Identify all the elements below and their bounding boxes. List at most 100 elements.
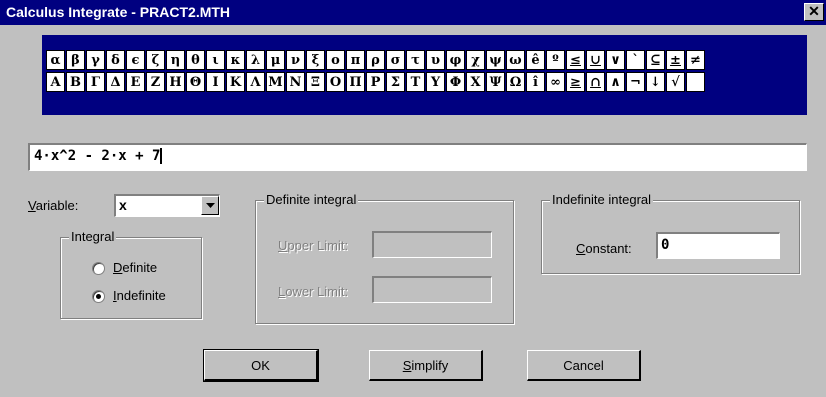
symbol-button[interactable]: ο xyxy=(326,50,345,70)
symbol-button[interactable]: ϵ xyxy=(126,50,145,70)
symbol-button[interactable]: ≥ xyxy=(566,72,585,92)
symbol-button[interactable]: ≤ xyxy=(566,50,585,70)
constant-input[interactable]: 0 xyxy=(656,232,780,259)
symbol-button[interactable]: Κ xyxy=(226,72,245,92)
symbol-button[interactable]: º xyxy=(546,50,565,70)
radio-indefinite-label[interactable]: Indefinite xyxy=(113,288,166,303)
symbol-button[interactable]: Γ xyxy=(86,72,105,92)
radio-definite[interactable] xyxy=(92,262,105,275)
symbol-button[interactable]: Ι xyxy=(206,72,225,92)
symbol-button[interactable]: Τ xyxy=(406,72,425,92)
radio-definite-label[interactable]: Definite xyxy=(113,260,157,275)
symbol-button[interactable]: λ xyxy=(246,50,265,70)
symbol-button[interactable]: γ xyxy=(86,50,105,70)
constant-value: 0 xyxy=(661,237,670,253)
symbol-button[interactable]: Ρ xyxy=(366,72,385,92)
symbol-button[interactable]: ω xyxy=(506,50,525,70)
symbol-button[interactable]: Σ xyxy=(386,72,405,92)
symbol-button[interactable]: ≠ xyxy=(686,50,705,70)
indefinite-integral-group: Indefinite integral Constant: 0 xyxy=(541,192,800,274)
symbol-button[interactable]: υ xyxy=(426,50,445,70)
symbol-row-lowercase: α β γ δ ϵ ζ η θ ι κ λ μ ν ξ ο π ρ σ τ υ φ χ ψ ω ê º ≤ ∪ ∨ ` ⊆ ± ≠ xyxy=(46,50,705,70)
symbol-button[interactable]: ¬ xyxy=(626,72,645,92)
symbol-button[interactable]: î xyxy=(526,72,545,92)
expression-input[interactable]: 4·x^2 - 2·x + 7 xyxy=(28,143,807,171)
symbol-button[interactable]: ∪ xyxy=(586,50,605,70)
symbol-button[interactable]: Ο xyxy=(326,72,345,92)
symbol-button[interactable]: δ xyxy=(106,50,125,70)
symbol-button[interactable]: Β xyxy=(66,72,85,92)
symbol-button[interactable]: φ xyxy=(446,50,465,70)
symbol-button[interactable]: ∧ xyxy=(606,72,625,92)
symbol-button[interactable]: √ xyxy=(666,72,685,92)
symbol-button[interactable]: Ψ xyxy=(486,72,505,92)
symbol-button[interactable]: τ xyxy=(406,50,425,70)
symbol-button[interactable]: ∩ xyxy=(586,72,605,92)
variable-select[interactable]: x xyxy=(114,194,220,217)
symbol-button[interactable]: σ xyxy=(386,50,405,70)
text-caret xyxy=(160,148,163,164)
symbol-button[interactable]: Χ xyxy=(466,72,485,92)
chevron-down-icon xyxy=(205,202,215,208)
symbol-button[interactable]: θ xyxy=(186,50,205,70)
symbol-button[interactable]: Θ xyxy=(186,72,205,92)
symbol-button[interactable]: Ζ xyxy=(146,72,165,92)
symbol-button[interactable]: α xyxy=(46,50,65,70)
symbol-button[interactable]: ζ xyxy=(146,50,165,70)
definite-integral-group: Definite integral Upper Limit: Lower Lim… xyxy=(255,192,514,324)
constant-label: Constant: xyxy=(576,241,632,256)
symbol-button[interactable]: ↓ xyxy=(646,72,665,92)
upper-limit-input[interactable] xyxy=(372,231,492,258)
integral-group: Integral Definite Indefinite xyxy=(60,229,202,319)
symbol-button[interactable]: Φ xyxy=(446,72,465,92)
simplify-button[interactable]: Simplify xyxy=(369,350,483,381)
symbol-button[interactable]: χ xyxy=(466,50,485,70)
symbol-button[interactable]: Π xyxy=(346,72,365,92)
symbol-button[interactable]: ρ xyxy=(366,50,385,70)
symbol-button[interactable]: Α xyxy=(46,72,65,92)
symbol-button[interactable]: ξ xyxy=(306,50,325,70)
symbol-button[interactable]: β xyxy=(66,50,85,70)
ok-button[interactable]: OK xyxy=(203,349,319,382)
symbol-button[interactable]: μ xyxy=(266,50,285,70)
symbol-button[interactable]: η xyxy=(166,50,185,70)
title-bar: Calculus Integrate - PRACT2.MTH ✕ xyxy=(0,0,826,25)
symbol-button[interactable]: ê xyxy=(526,50,545,70)
symbol-button[interactable]: Ε xyxy=(126,72,145,92)
integral-group-legend: Integral xyxy=(69,229,117,244)
symbol-button[interactable]: Μ xyxy=(266,72,285,92)
window-title: Calculus Integrate - PRACT2.MTH xyxy=(6,4,231,20)
lower-limit-input[interactable] xyxy=(372,276,492,303)
symbol-button[interactable]: Δ xyxy=(106,72,125,92)
definite-integral-legend: Definite integral xyxy=(264,192,359,207)
symbol-button[interactable] xyxy=(686,72,705,92)
variable-value: x xyxy=(119,197,127,213)
symbol-button[interactable]: ∞ xyxy=(546,72,565,92)
symbol-button[interactable]: ⊆ xyxy=(646,50,665,70)
radio-indefinite[interactable] xyxy=(92,290,105,303)
close-button[interactable]: ✕ xyxy=(804,3,824,21)
radio-selected-dot xyxy=(96,294,101,299)
symbol-button[interactable]: Ν xyxy=(286,72,305,92)
symbol-button[interactable]: ± xyxy=(666,50,685,70)
symbol-button[interactable]: κ xyxy=(226,50,245,70)
symbol-row-uppercase: Α Β Γ Δ Ε Ζ Η Θ Ι Κ Λ Μ Ν Ξ Ο Π Ρ Σ Τ Υ Φ Χ Ψ Ωî ∞ ≥ ∩ ∧ ¬ ↓ √ xyxy=(46,72,705,92)
symbol-button[interactable]: ` xyxy=(626,50,645,70)
symbol-button[interactable]: Ξ xyxy=(306,72,325,92)
symbol-button[interactable]: ∨ xyxy=(606,50,625,70)
lower-limit-label: Lower Limit: xyxy=(278,284,349,299)
symbol-button[interactable]: Ω xyxy=(506,72,525,92)
symbol-palette: α β γ δ ϵ ζ η θ ι κ λ μ ν ξ ο π ρ σ τ υ φ χ ψ ω ê º ≤ ∪ ∨ ` ⊆ ± ≠ ΑΒΓΔΕΖ… xyxy=(42,35,807,115)
symbol-button[interactable]: ι xyxy=(206,50,225,70)
cancel-button[interactable]: Cancel xyxy=(527,350,641,381)
symbol-button[interactable]: Η xyxy=(166,72,185,92)
symbol-button[interactable]: π xyxy=(346,50,365,70)
upper-limit-label: Upper Limit: xyxy=(278,238,349,253)
symbol-button[interactable]: ψ xyxy=(486,50,505,70)
dropdown-button[interactable] xyxy=(201,196,219,215)
indefinite-integral-legend: Indefinite integral xyxy=(550,192,654,207)
symbol-button[interactable]: Υ xyxy=(426,72,445,92)
symbol-button[interactable]: Λ xyxy=(246,72,265,92)
close-icon: ✕ xyxy=(808,3,820,19)
symbol-button[interactable]: ν xyxy=(286,50,305,70)
